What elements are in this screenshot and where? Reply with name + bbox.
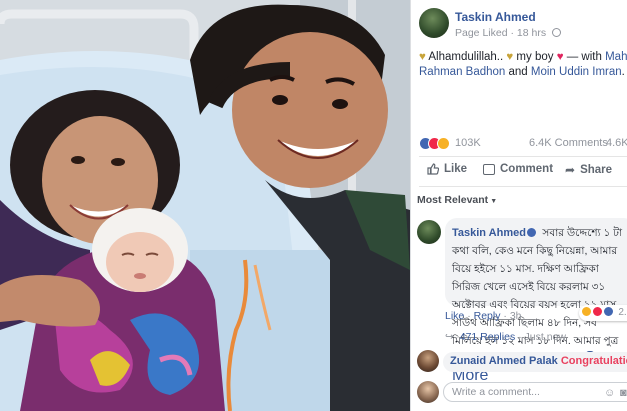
share-button[interactable]: ➦ Share (565, 163, 612, 177)
comment-reaction-count: 2.5 (618, 307, 627, 318)
post-photo[interactable] (0, 0, 410, 411)
comment-button[interactable]: Comment (483, 163, 553, 175)
reaction-count[interactable]: 103K (455, 137, 481, 149)
separator: · (467, 310, 471, 322)
wow-reaction-icon (437, 137, 450, 150)
emoji-icon[interactable]: ☺ (604, 387, 615, 399)
camera-icon[interactable]: ◙ (620, 387, 627, 399)
like-button[interactable]: Like (427, 163, 467, 175)
caption-and: and (508, 66, 528, 78)
comment-input-placeholder: Write a comment... (452, 386, 540, 398)
divider (419, 186, 627, 187)
replies-time: Just now (524, 331, 566, 343)
comment-text: সবার উদ্দেশ্যে ১ টা কথা বলি, কেও মনে কিছ… (452, 227, 622, 365)
comment-reply-link[interactable]: Reply (474, 310, 501, 322)
reply-arrow-icon: ↪ (445, 331, 454, 343)
separator: · (518, 331, 522, 343)
reaction-summary: 103K 6.4K Comments 4.6K Sh (419, 136, 627, 152)
tag-link-2[interactable]: Moin Uddin Imran (531, 66, 622, 78)
comment-sort-label: Most Relevant (417, 194, 489, 206)
tag-link-1a[interactable]: Mahafuz (605, 51, 627, 63)
commenter-avatar[interactable] (417, 350, 439, 372)
comment-count[interactable]: 6.4K Comments (529, 137, 608, 149)
caption-period: . (621, 66, 625, 78)
share-arrow-icon: ➦ (565, 163, 576, 177)
comment-button-label: Comment (500, 163, 554, 175)
comment-composer: Write a comment... ☺ ◙ (417, 380, 627, 404)
tag-link-1b[interactable]: Rahman Badhon (419, 66, 505, 78)
comment-text: Congratulations (560, 355, 627, 367)
post-caption: ♥ Alhamdulillah.. ♥ my boy ♥ — with Maha… (419, 50, 627, 80)
comment-author[interactable]: Taskin Ahmed (452, 227, 526, 239)
love-reaction-icon (591, 306, 603, 317)
post-meta: Page Liked · 18 hrs (455, 27, 561, 39)
comment-sort-dropdown[interactable]: Most Relevant ▼ (417, 194, 497, 206)
thumbs-up-icon (427, 163, 439, 175)
caption-part-2: my boy (516, 51, 554, 63)
comment-bubble: Taskin Ahmed সবার উদ্দেশ্যে ১ টা কথা বলি… (445, 218, 627, 384)
author-name[interactable]: Taskin Ahmed (455, 10, 536, 24)
heart-icon: ♥ (556, 51, 564, 63)
like-reaction-icon (602, 306, 614, 317)
comment-actions: Like · Reply · 3h (445, 310, 522, 322)
post-timestamp[interactable]: 18 hrs (517, 27, 546, 39)
globe-icon (552, 28, 561, 37)
commenter-avatar[interactable] (417, 220, 441, 244)
comment-item: Taskin Ahmed সবার উদ্দেশ্যে ১ টা কথা বলি… (417, 218, 627, 384)
author-avatar[interactable] (419, 8, 449, 38)
meta-separator: · (510, 27, 514, 39)
comment-bubble-icon (483, 163, 495, 175)
caption-part-1: Alhamdulillah.. (428, 51, 504, 63)
comment-item: Zunaid Ahmed Palak Congratulations (417, 350, 627, 374)
comment-bubble: Zunaid Ahmed Palak Congratulations (443, 352, 627, 372)
hug-emoji-icon: ♥ (506, 51, 514, 63)
share-count[interactable]: 4.6K Sh (606, 137, 627, 149)
post-panel: Taskin Ahmed Page Liked · 18 hrs ♥ Alham… (410, 0, 627, 411)
share-button-label: Share (580, 164, 613, 176)
comment-time[interactable]: 3h (510, 310, 522, 322)
like-button-label: Like (444, 163, 468, 175)
current-user-avatar (417, 381, 439, 403)
comment-like-link[interactable]: Like (445, 310, 464, 322)
view-replies-link[interactable]: ↪ 471 Replies · Just now (445, 331, 566, 343)
page-liked-label[interactable]: Page Liked (455, 27, 508, 39)
hug-emoji-icon: ♥ (419, 51, 426, 63)
separator: · (503, 310, 507, 322)
post-action-bar: Like Comment ➦ Share (419, 160, 627, 182)
photo-illustration (0, 0, 410, 411)
comment-input[interactable]: Write a comment... ☺ ◙ (443, 382, 627, 402)
comment-reaction-pill[interactable]: 2.5 (579, 305, 627, 321)
divider (419, 156, 627, 157)
caret-down-icon: ▼ (490, 198, 498, 205)
caption-with: — with (566, 51, 602, 63)
verified-badge-icon (526, 228, 536, 237)
haha-reaction-icon (581, 306, 592, 317)
post-header: Taskin Ahmed Page Liked · 18 hrs (419, 8, 627, 44)
comment-author[interactable]: Zunaid Ahmed Palak (450, 355, 558, 367)
replies-count: 471 Replies (459, 331, 516, 343)
